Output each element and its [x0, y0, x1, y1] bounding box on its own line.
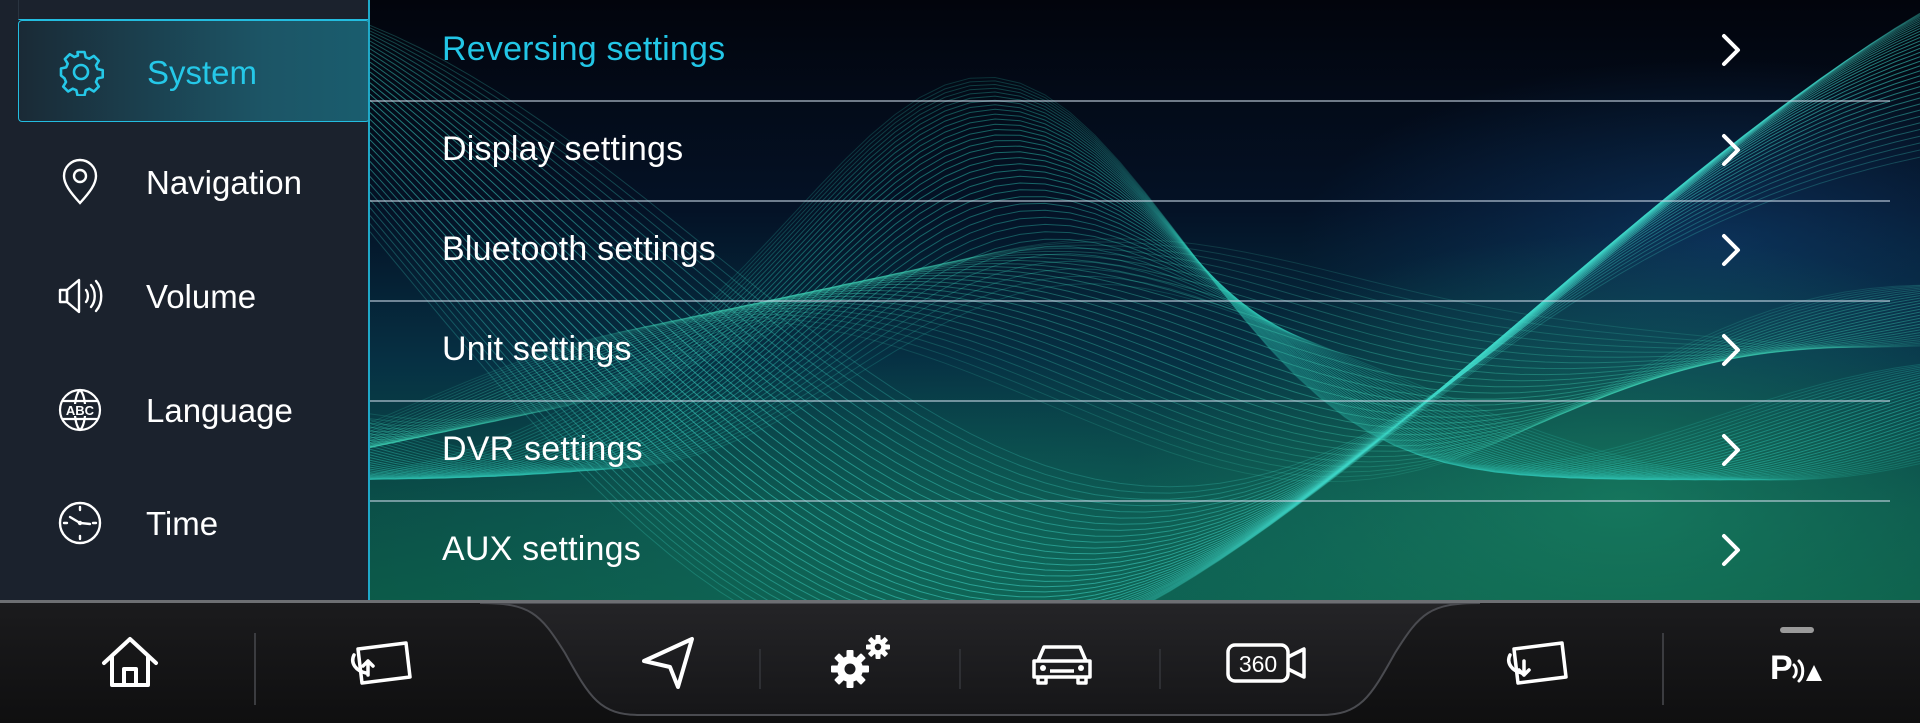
sidebar-item-language[interactable]: ABC Language	[18, 359, 370, 461]
screen-cast-up-icon	[351, 641, 412, 685]
screen-cast-back-icon	[1507, 641, 1568, 685]
camera-360-label: 360	[1239, 651, 1277, 677]
sidebar-item-label: Language	[146, 392, 293, 429]
sidebar-item-label: Volume	[146, 278, 257, 315]
menu-item-label: Unit settings	[442, 330, 632, 368]
dock-separator	[759, 649, 761, 689]
menu-item-label: Bluetooth settings	[442, 230, 716, 268]
menu-item-display-settings[interactable]: Display settings	[370, 100, 1890, 202]
camera-360-button[interactable]: 360	[1222, 625, 1312, 701]
bottom-dock: 360 P	[0, 600, 1920, 723]
sidebar-item-system[interactable]: System	[18, 20, 370, 122]
svg-text:ABC: ABC	[66, 403, 95, 418]
menu-item-label: AUX settings	[442, 530, 641, 568]
gear-icon	[59, 50, 104, 96]
settings-gears-icon	[831, 635, 890, 688]
parking-sensor-button[interactable]: P	[1762, 625, 1838, 701]
menu-item-dvr-settings[interactable]: DVR settings	[370, 400, 1890, 502]
sidebar-item-navigation[interactable]: Navigation	[18, 131, 370, 233]
chevron-right-icon	[1722, 434, 1740, 466]
menu-item-label: DVR settings	[442, 430, 643, 468]
speaker-icon	[58, 278, 103, 314]
clock-icon	[58, 501, 102, 545]
parking-label: P	[1770, 649, 1793, 687]
chevron-right-icon	[1722, 234, 1740, 266]
sidebar-item-volume[interactable]: Volume	[18, 245, 370, 347]
vehicle-button[interactable]	[1024, 625, 1100, 701]
sidebar-item-label: Time	[146, 505, 219, 542]
home-icon	[102, 637, 158, 687]
screen-cast-back-button[interactable]	[1502, 625, 1578, 701]
menu-item-aux-settings[interactable]: AUX settings	[370, 500, 1890, 600]
menu-item-label: Display settings	[442, 130, 684, 168]
chevron-right-icon	[1722, 334, 1740, 366]
sidebar-item-label: System	[147, 54, 258, 91]
navigation-button[interactable]	[630, 625, 706, 701]
parking-sensor-icon: P	[1770, 649, 1822, 687]
navigation-arrow-icon	[642, 637, 694, 689]
dock-separator	[959, 649, 961, 689]
settings-button[interactable]	[822, 625, 898, 701]
dock-separator	[1662, 633, 1664, 705]
screen-cast-up-button[interactable]	[346, 625, 422, 701]
sidebar-item-time[interactable]: Time	[18, 472, 370, 574]
sidebar-item-label: Navigation	[146, 164, 302, 201]
chevron-right-icon	[1722, 34, 1740, 66]
dock-separator	[1159, 649, 1161, 689]
menu-item-unit-settings[interactable]: Unit settings	[370, 300, 1890, 402]
sidebar-top-edge	[18, 0, 370, 20]
chevron-right-icon	[1722, 134, 1740, 166]
dock-separator	[254, 633, 256, 705]
settings-category-sidebar: System Navigation Volume ABC Language Ti…	[0, 0, 370, 600]
sidebar-divider	[368, 0, 370, 600]
menu-item-reversing-settings[interactable]: Reversing settings	[370, 0, 1890, 102]
map-pin-icon	[62, 158, 98, 205]
car-icon	[1032, 645, 1092, 685]
chevron-right-icon	[1722, 534, 1740, 566]
menu-item-bluetooth-settings[interactable]: Bluetooth settings	[370, 200, 1890, 302]
menu-item-label: Reversing settings	[442, 30, 726, 68]
home-button[interactable]	[92, 625, 168, 701]
camera-360-icon: 360	[1226, 643, 1306, 683]
settings-content-panel: Reversing settings Display settings Blue…	[370, 0, 1920, 600]
abc-globe-icon: ABC	[58, 388, 102, 432]
